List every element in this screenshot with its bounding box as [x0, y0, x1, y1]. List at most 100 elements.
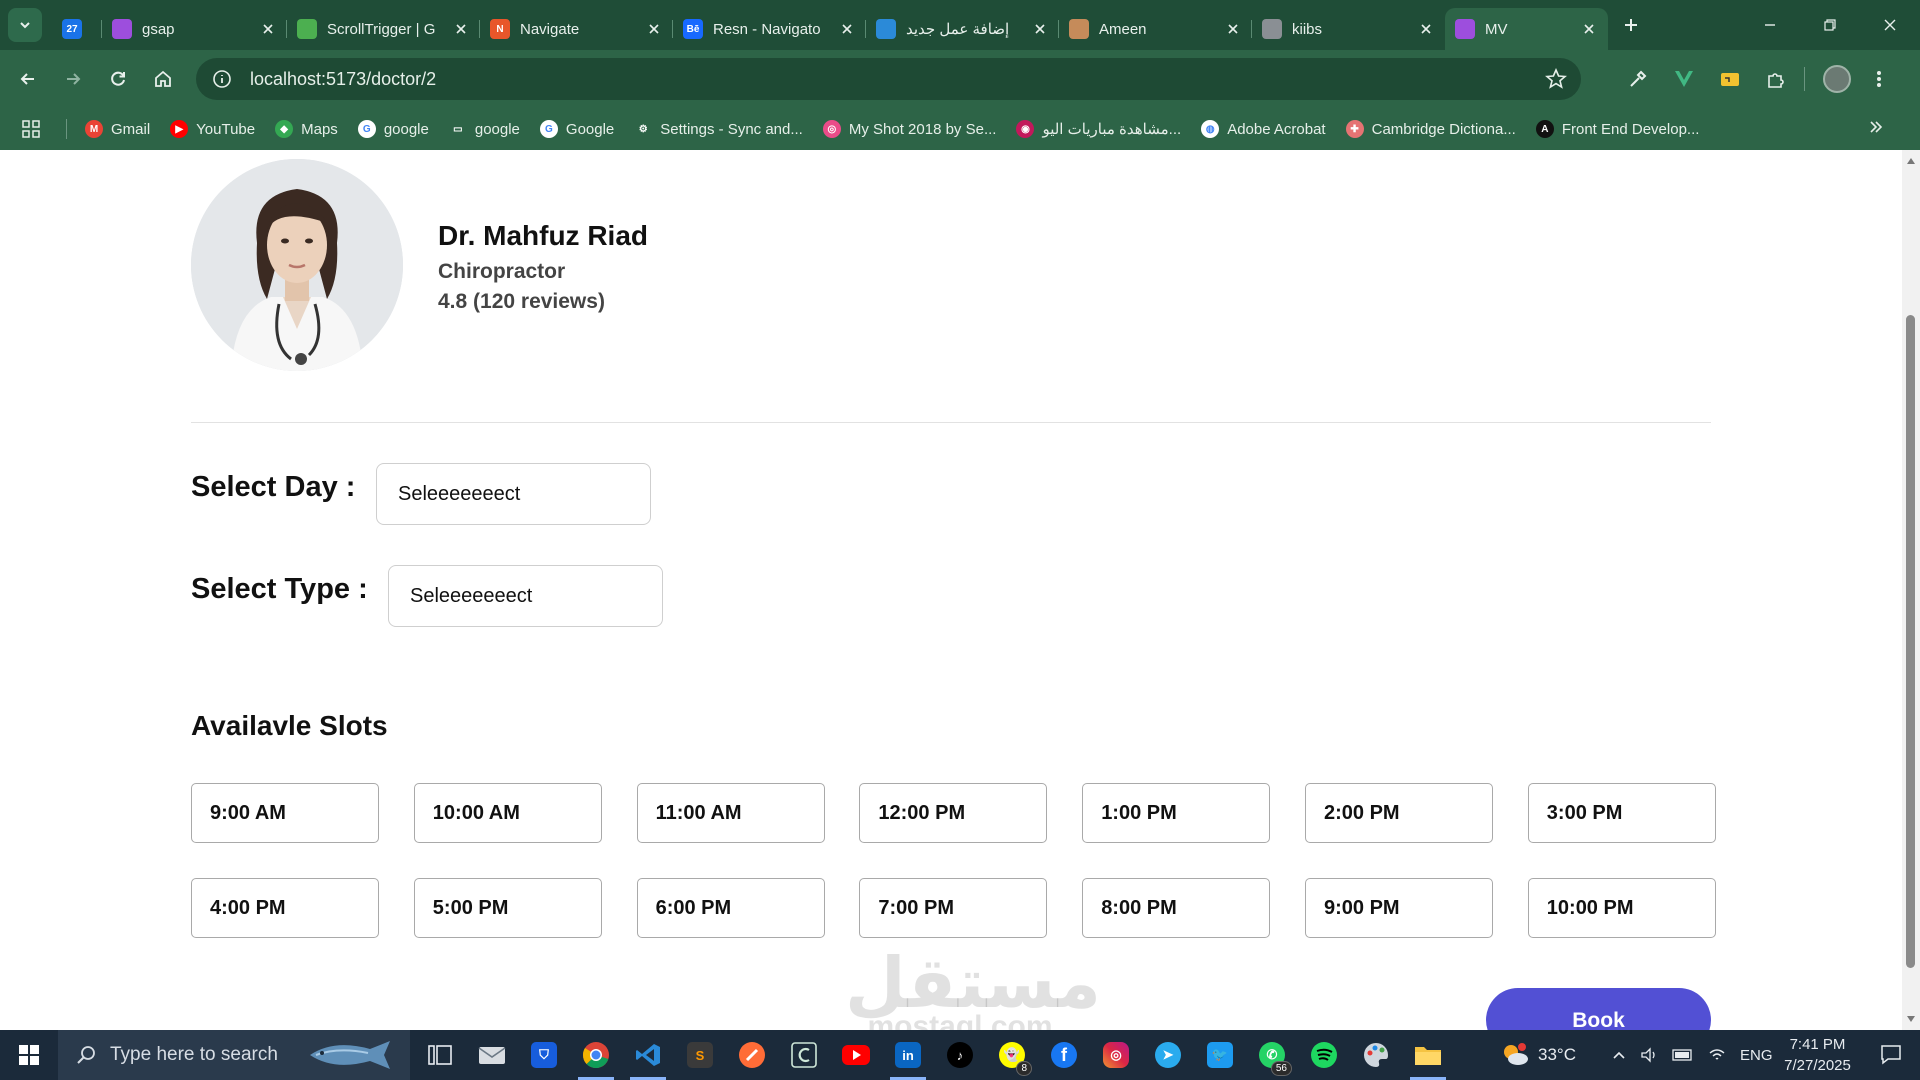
time-slot-button[interactable]: 11:00 AM: [636, 783, 825, 843]
bookmark-star-icon[interactable]: [1545, 68, 1567, 90]
reload-button[interactable]: [100, 61, 136, 97]
bookmark-item[interactable]: M Gmail: [85, 120, 150, 138]
close-tab-icon[interactable]: [1417, 20, 1435, 38]
page-scrollbar[interactable]: [1902, 150, 1920, 1030]
time-slot-button[interactable]: 9:00 PM: [1304, 878, 1493, 938]
time-slot-button[interactable]: 12:00 PM: [859, 783, 1048, 843]
taskbar-vscode[interactable]: [622, 1030, 674, 1080]
time-slot-button[interactable]: 3:00 PM: [1527, 783, 1716, 843]
scroll-up-arrow-icon[interactable]: [1907, 158, 1915, 164]
apps-grid-icon[interactable]: [22, 120, 40, 138]
new-tab-button[interactable]: [1614, 8, 1648, 42]
network-button[interactable]: [1708, 1047, 1726, 1063]
taskbar-task-view[interactable]: [414, 1030, 466, 1080]
scroll-thumb[interactable]: [1906, 315, 1915, 968]
close-tab-icon[interactable]: [838, 20, 856, 38]
book-button[interactable]: Book: [1486, 988, 1711, 1030]
back-button[interactable]: [10, 61, 46, 97]
taskbar-linkedin[interactable]: in: [882, 1030, 934, 1080]
home-button[interactable]: [145, 61, 181, 97]
taskbar-snapchat[interactable]: 👻 8: [986, 1030, 1038, 1080]
browser-tab[interactable]: Bē Resn - Navigato: [673, 8, 866, 50]
close-window-button[interactable]: [1860, 0, 1920, 50]
taskbar-facebook[interactable]: f: [1038, 1030, 1090, 1080]
bookmark-item[interactable]: ◎ My Shot 2018 by Se...: [822, 120, 996, 138]
browser-tab[interactable]: 27: [52, 8, 102, 50]
taskbar-youtube[interactable]: [830, 1030, 882, 1080]
time-slot-button[interactable]: 2:00 PM: [1304, 783, 1493, 843]
taskbar-app-c[interactable]: [778, 1030, 830, 1080]
time-slot-button[interactable]: 6:00 PM: [636, 878, 825, 938]
bookmark-item[interactable]: ◉ مشاهدة مباريات اليو...: [1016, 120, 1181, 138]
taskbar-instagram[interactable]: ◎: [1090, 1030, 1142, 1080]
time-slot-button[interactable]: 5:00 PM: [413, 878, 602, 938]
browser-tab[interactable]: ScrollTrigger | G: [287, 8, 480, 50]
bookmark-item[interactable]: ◍ Adobe Acrobat: [1201, 120, 1326, 138]
language-indicator[interactable]: ENG: [1740, 1047, 1773, 1064]
notifications-button[interactable]: [1880, 1043, 1902, 1065]
battery-indicator[interactable]: [1672, 1049, 1694, 1061]
restore-button[interactable]: [1800, 0, 1860, 50]
time-slot-button[interactable]: 9:00 AM: [191, 783, 379, 843]
time-slot-button[interactable]: 7:00 PM: [859, 878, 1048, 938]
taskbar-spotify[interactable]: [1298, 1030, 1350, 1080]
bookmark-item[interactable]: ▭ google: [449, 120, 520, 138]
taskbar-file-explorer[interactable]: [1402, 1030, 1454, 1080]
tab-search-button[interactable]: [8, 8, 42, 42]
taskbar-postman[interactable]: [726, 1030, 778, 1080]
vue-devtools-extension[interactable]: [1666, 62, 1702, 96]
close-tab-icon[interactable]: [645, 20, 663, 38]
taskbar-tiktok[interactable]: ♪: [934, 1030, 986, 1080]
browser-tab[interactable]: MV: [1445, 8, 1608, 50]
bookmark-item[interactable]: ◆ Maps: [275, 120, 338, 138]
close-tab-icon[interactable]: [1031, 20, 1049, 38]
profile-avatar-button[interactable]: [1823, 65, 1851, 93]
site-info-button[interactable]: [208, 69, 236, 89]
taskbar-telegram[interactable]: ➤: [1142, 1030, 1194, 1080]
taskbar-clock[interactable]: 7:41 PM 7/27/2025: [1770, 1034, 1865, 1076]
time-slot-button[interactable]: 1:00 PM: [1082, 783, 1271, 843]
close-tab-icon[interactable]: [259, 20, 277, 38]
forward-button[interactable]: [55, 61, 91, 97]
eyedropper-extension[interactable]: [1620, 62, 1656, 96]
browser-tab[interactable]: Ameen: [1059, 8, 1252, 50]
extensions-button[interactable]: [1758, 62, 1794, 96]
bookmark-item[interactable]: ✚ Cambridge Dictiona...: [1345, 120, 1516, 138]
close-tab-icon[interactable]: [1224, 20, 1242, 38]
taskbar-whatsapp[interactable]: ✆ 56: [1246, 1030, 1298, 1080]
bookmark-item[interactable]: A Front End Develop...: [1535, 120, 1699, 138]
browser-tab[interactable]: N Navigate: [480, 8, 673, 50]
weather-widget[interactable]: 33°C: [1500, 1030, 1576, 1080]
taskbar-sublime[interactable]: S: [674, 1030, 726, 1080]
address-bar[interactable]: localhost:5173/doctor/2: [196, 58, 1581, 100]
time-slot-button[interactable]: 10:00 AM: [413, 783, 602, 843]
bookmark-item[interactable]: ▶ YouTube: [170, 120, 255, 138]
browser-tab[interactable]: kiibs: [1252, 8, 1445, 50]
tray-overflow-button[interactable]: [1612, 1048, 1626, 1062]
browser-tab[interactable]: إضافة عمل جديد: [866, 8, 1059, 50]
browser-tab[interactable]: gsap: [102, 8, 287, 50]
bookmark-item[interactable]: G Google: [539, 120, 614, 138]
time-slot-button[interactable]: 8:00 PM: [1082, 878, 1271, 938]
taskbar-twitter[interactable]: 🐦: [1194, 1030, 1246, 1080]
start-button[interactable]: [0, 1030, 58, 1080]
bookmark-item[interactable]: ⚙ Settings - Sync and...: [634, 120, 803, 138]
taskbar-bitwarden[interactable]: ⛉: [518, 1030, 570, 1080]
volume-button[interactable]: [1640, 1047, 1658, 1063]
taskbar-search[interactable]: Type here to search: [58, 1030, 410, 1080]
taskbar-paint[interactable]: [1350, 1030, 1402, 1080]
chevron-double-right-icon[interactable]: [1868, 119, 1884, 135]
time-slot-button[interactable]: 10:00 PM: [1527, 878, 1716, 938]
close-tab-icon[interactable]: [452, 20, 470, 38]
scroll-down-arrow-icon[interactable]: [1907, 1016, 1915, 1022]
bookmark-item[interactable]: Ggoogle: [357, 120, 429, 138]
select-type-dropdown[interactable]: Seleeeeeeect: [388, 565, 663, 627]
browser-menu-button[interactable]: [1861, 62, 1897, 96]
time-slot-button[interactable]: 4:00 PM: [191, 878, 379, 938]
select-day-dropdown[interactable]: Seleeeeeeect: [376, 463, 651, 525]
taskbar-mail[interactable]: [466, 1030, 518, 1080]
taskbar-chrome[interactable]: [570, 1030, 622, 1080]
minimize-button[interactable]: [1740, 0, 1800, 50]
folder-extension[interactable]: [1712, 62, 1748, 96]
close-tab-icon[interactable]: [1580, 20, 1598, 38]
